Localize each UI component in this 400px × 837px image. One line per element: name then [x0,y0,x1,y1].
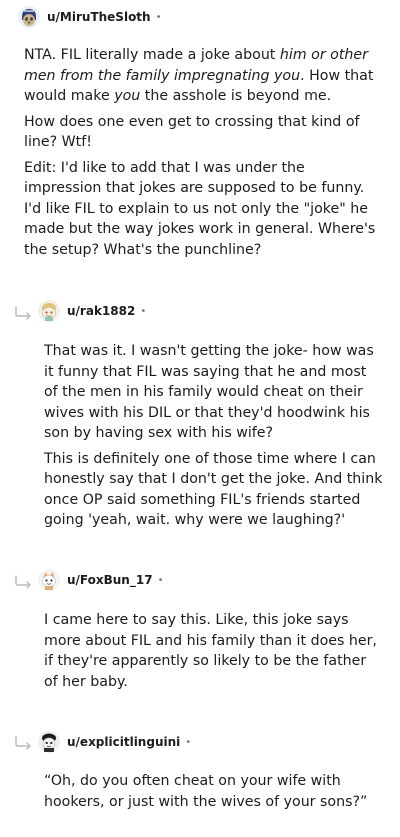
comment-paragraph: That was it. I wasn't getting the joke- … [44,343,374,441]
separator-dot: • [157,574,164,586]
comment-body: That was it. I wasn't getting the joke- … [44,341,384,536]
username[interactable]: u/FoxBun_17 [67,573,153,587]
comment-header: u/FoxBun_17 • [38,569,163,591]
reply-arrow-icon [14,575,34,589]
snoo-avatar-icon[interactable] [38,300,60,322]
snoo-avatar-icon[interactable] [38,731,60,753]
comment-paragraph: How does one even get to crossing that k… [24,113,360,151]
username[interactable]: u/explicitlinguini [67,735,180,749]
comment-paragraph: I came here to say this. Like, this joke… [44,612,377,690]
sloth-avatar-icon[interactable] [18,6,40,28]
username[interactable]: u/MiruTheSloth [47,10,151,24]
reply-arrow-icon [14,306,34,320]
comment-header: u/explicitlinguini • [38,731,191,753]
snoo-avatar-icon[interactable] [38,569,60,591]
comment-header: u/MiruTheSloth • [18,6,162,28]
comment-paragraph: NTA. FIL literally made a joke about him… [24,47,374,104]
comment-body: “Oh, do you often cheat on your wife wit… [44,771,384,817]
comment-paragraph: “Oh, do you often cheat on your wife wit… [44,773,368,810]
comment-paragraph: This is definitely one of those time whe… [44,450,383,529]
username[interactable]: u/rak1882 [67,304,135,318]
separator-dot: • [155,11,162,23]
comment-header: u/rak1882 • [38,300,146,322]
separator-dot: • [140,305,147,317]
comment-paragraph: Edit: I'd like to add that I was under t… [24,159,376,258]
comment-body: NTA. FIL literally made a joke about him… [24,45,384,265]
reply-arrow-icon [14,736,34,750]
separator-dot: • [185,736,192,748]
comment-body: I came here to say this. Like, this joke… [44,610,384,697]
